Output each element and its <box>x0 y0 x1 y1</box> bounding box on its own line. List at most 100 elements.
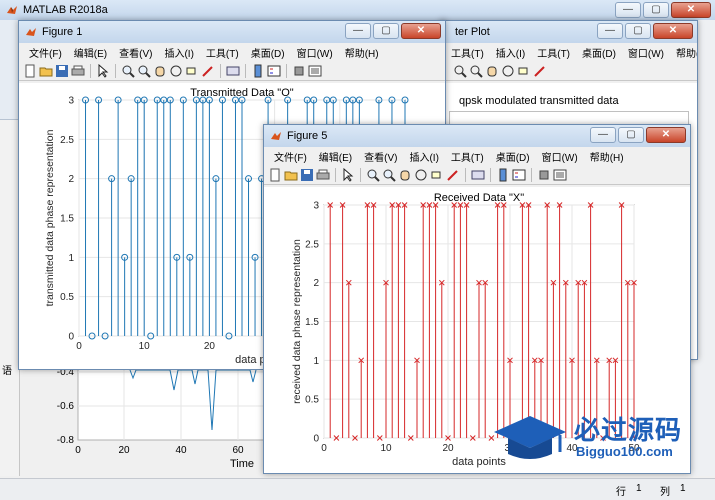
rotate-icon[interactable] <box>501 64 515 78</box>
brush-icon[interactable] <box>446 168 460 182</box>
print-icon[interactable] <box>316 168 330 182</box>
pan-icon[interactable] <box>153 64 167 78</box>
datacursor-icon[interactable] <box>430 168 444 182</box>
figure5-menu-window[interactable]: 窗口(W) <box>536 149 584 164</box>
chart-title: Transmitted Data "O" <box>190 87 293 99</box>
side-char: 语 <box>2 366 12 377</box>
figure1-menu-view[interactable]: 查看(V) <box>113 45 158 60</box>
figure1-menu-window[interactable]: 窗口(W) <box>291 45 339 60</box>
save-icon[interactable] <box>300 168 314 182</box>
x-tick-label: 0 <box>76 341 82 352</box>
y-tick-label: 2.5 <box>60 135 74 146</box>
scatter-menu-help[interactable]: 帮助(H) <box>670 45 697 60</box>
zoom-in-icon[interactable] <box>121 64 135 78</box>
figure5-maximize-button[interactable]: ▢ <box>618 127 644 143</box>
minimize-button[interactable]: — <box>615 2 641 18</box>
toolbar-separator <box>490 167 491 182</box>
figure1-title: Figure 1 <box>42 26 83 38</box>
legend-icon[interactable] <box>512 168 526 182</box>
figure1-maximize-button[interactable]: ▢ <box>373 23 399 39</box>
y-axis-label: transmitted data phase representation <box>44 129 56 306</box>
rotate-icon[interactable] <box>414 168 428 182</box>
background-time-plot: -0.4 -0.6 -0.8 0 20 40 60 Time <box>20 359 271 478</box>
y-tick-label: 1.5 <box>60 214 74 225</box>
figure1-minimize-button[interactable]: — <box>345 23 371 39</box>
scatter-window-title: ter Plot <box>455 26 490 38</box>
scatter-menu-window[interactable]: 窗口(W) <box>622 45 670 60</box>
colorbar-icon[interactable] <box>251 64 265 78</box>
show-plot-tools-icon[interactable] <box>308 64 322 78</box>
matlab-titlebar: MATLAB R2018a — ▢ ✕ <box>0 0 715 20</box>
figure1-menu-file[interactable]: 文件(F) <box>23 45 68 60</box>
figure1-menu-help[interactable]: 帮助(H) <box>339 45 385 60</box>
figure5-minimize-button[interactable]: — <box>590 127 616 143</box>
pan-icon[interactable] <box>398 168 412 182</box>
y-tick-label: 2 <box>68 174 74 185</box>
pointer-icon[interactable] <box>341 167 355 182</box>
zoom-in-icon[interactable] <box>453 64 467 78</box>
figure5-menu-desktop[interactable]: 桌面(D) <box>490 149 536 164</box>
figure5-menu-file[interactable]: 文件(F) <box>268 149 313 164</box>
y-tick-label: 0 <box>68 332 74 343</box>
bg-ytick-2: -0.6 <box>57 401 75 412</box>
y-tick-label: 2 <box>313 278 319 289</box>
col-value: 1 <box>680 483 686 494</box>
toolbar-separator <box>286 63 287 78</box>
figure-logo-icon <box>270 130 282 142</box>
datacursor-icon[interactable] <box>185 64 199 78</box>
new-figure-icon[interactable] <box>268 168 282 182</box>
figure5-titlebar: Figure 5 — ▢ ✕ <box>264 125 690 147</box>
brush-icon[interactable] <box>533 64 547 78</box>
show-plot-tools-icon[interactable] <box>553 168 567 182</box>
figure1-menu-insert[interactable]: 插入(I) <box>158 45 199 60</box>
pointer-icon[interactable] <box>96 63 110 78</box>
figure5-close-button[interactable]: ✕ <box>646 127 686 143</box>
legend-icon[interactable] <box>267 64 281 78</box>
link-plot-icon[interactable] <box>471 168 485 182</box>
datacursor-icon[interactable] <box>517 64 531 78</box>
toolbar-separator <box>115 63 116 78</box>
scatter-menu-desktop[interactable]: 桌面(D) <box>576 45 622 60</box>
brush-icon[interactable] <box>201 64 215 78</box>
y-tick-label: 0.5 <box>60 292 74 303</box>
left-side-panel: 语 <box>0 120 20 476</box>
hide-plot-tools-icon[interactable] <box>292 64 306 78</box>
scatter-maximize-button[interactable]: ▢ <box>625 23 651 39</box>
scatter-menu-insert[interactable]: 插入(I) <box>490 45 531 60</box>
maximize-button[interactable]: ▢ <box>643 2 669 18</box>
scatter-menu-tools-2[interactable]: 工具(T) <box>531 45 576 60</box>
print-icon[interactable] <box>71 64 85 78</box>
zoom-out-icon[interactable] <box>382 168 396 182</box>
chart-title: Received Data "X" <box>434 192 524 204</box>
zoom-in-icon[interactable] <box>366 168 380 182</box>
colorbar-icon[interactable] <box>496 168 510 182</box>
open-file-icon[interactable] <box>284 168 298 182</box>
figure5-menu-insert[interactable]: 插入(I) <box>403 149 444 164</box>
figure5-menu-help[interactable]: 帮助(H) <box>584 149 630 164</box>
scatter-close-button[interactable]: ✕ <box>653 23 693 39</box>
close-button[interactable]: ✕ <box>671 2 711 18</box>
new-figure-icon[interactable] <box>23 64 37 78</box>
figure5-menu-tools[interactable]: 工具(T) <box>445 149 490 164</box>
figure5-menu-edit[interactable]: 编辑(E) <box>313 149 358 164</box>
scatter-plot-title: qpsk modulated transmitted data <box>459 95 619 107</box>
link-plot-icon[interactable] <box>226 64 240 78</box>
open-file-icon[interactable] <box>39 64 53 78</box>
figure1-menu-desktop[interactable]: 桌面(D) <box>245 45 291 60</box>
scatter-menu-tools[interactable]: 工具(T) <box>445 45 490 60</box>
figure1-menu-tools[interactable]: 工具(T) <box>200 45 245 60</box>
save-icon[interactable] <box>55 64 69 78</box>
figure5-menu-view[interactable]: 查看(V) <box>358 149 403 164</box>
figure1-close-button[interactable]: ✕ <box>401 23 441 39</box>
figure-logo-icon <box>25 26 37 38</box>
y-tick-label: 3 <box>68 96 74 107</box>
scatter-minimize-button[interactable]: — <box>597 23 623 39</box>
pan-icon[interactable] <box>485 64 499 78</box>
figure1-menu-edit[interactable]: 编辑(E) <box>68 45 113 60</box>
hide-plot-tools-icon[interactable] <box>537 168 551 182</box>
rotate-icon[interactable] <box>169 64 183 78</box>
figure1-titlebar: Figure 1 — ▢ ✕ <box>19 21 445 43</box>
zoom-out-icon[interactable] <box>137 64 151 78</box>
zoom-out-icon[interactable] <box>469 64 483 78</box>
watermark-main-text: 必过源码 <box>574 416 683 446</box>
